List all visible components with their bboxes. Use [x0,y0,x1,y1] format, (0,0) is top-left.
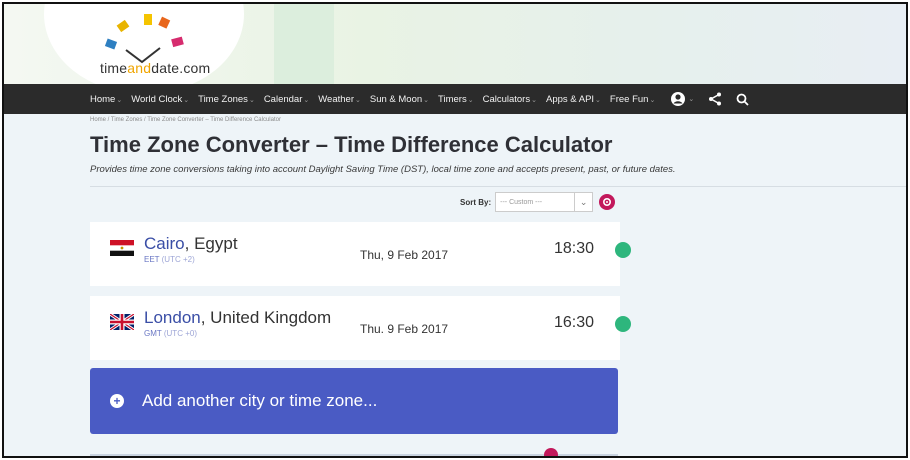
chevron-down-icon: ⌄ [248,96,255,104]
nav-item-timers[interactable]: Timers⌄ [438,94,474,105]
city-name-link[interactable]: Cairo [144,234,185,253]
timezone-abbr-link[interactable]: GMT [144,329,162,338]
page-subtitle: Provides time zone conversions taking in… [90,164,676,175]
nav-item-time-zones[interactable]: Time Zones⌄ [198,94,255,105]
city-label: Cairo, Egypt [144,234,238,254]
time-slider-track[interactable] [90,454,618,456]
city-country: , United Kingdom [200,308,332,327]
logo-text-suffix: date.com [151,60,211,76]
chevron-down-icon[interactable]: ⌄ [575,192,594,212]
chevron-down-icon: ⌄ [595,96,601,104]
city-time: 16:30 [554,314,595,331]
city-label: London, United Kingdom [144,308,331,328]
logo-text-prefix: time [100,60,128,76]
chevron-down-icon: ⌄ [531,96,537,104]
main-nav: Home⌄ World Clock⌄ Time Zones⌄ Calendar⌄… [4,84,906,114]
nav-item-world-clock[interactable]: World Clock⌄ [131,94,189,105]
sort-select[interactable]: --- Custom --- [495,192,576,212]
browser-frame: timeanddate.com Home⌄ World Clock⌄ Time … [2,2,908,458]
search-icon[interactable] [736,93,749,106]
utc-offset: (UTC +0) [161,329,197,338]
main-content: Home / Time Zones / Time Zone Converter … [4,114,906,456]
chevron-down-icon: ⌄ [423,96,430,104]
page-title: Time Zone Converter – Time Difference Ca… [90,132,613,157]
city-name-link[interactable]: London [144,308,201,327]
nav-label: Home [90,93,116,105]
city-row-cairo: Cairo, Egypt EET (UTC +2) Thu, 9 Feb 201… [90,222,631,286]
add-city-button[interactable]: + Add another city or time zone... [90,368,618,434]
time-slider-handle[interactable] [544,448,558,456]
nav-label: Apps & API [545,93,595,105]
chevron-down-icon: ⌄ [467,96,474,104]
sort-label: Sort By: [460,197,492,207]
nav-label: Sun & Moon [369,93,423,105]
city-time: 18:30 [554,240,595,257]
header-banner: timeanddate.com [4,4,906,94]
egypt-flag-icon [110,240,134,256]
uk-flag-icon [110,314,134,330]
nav-item-free-fun[interactable]: Free Fun⌄ [610,94,655,105]
account-icon[interactable]: ⌄ [670,91,694,107]
nav-label: Weather [318,93,354,105]
nav-label: Timers [438,93,467,105]
nav-label: Calculators [482,93,531,105]
add-city-label: Add another city or time zone... [142,391,378,410]
city-date: Thu. 9 Feb 2017 [360,322,449,336]
city-row-london: London, United Kingdom GMT (UTC +0) Thu.… [90,296,631,360]
nav-label: Free Fun [609,93,649,105]
utc-offset: (UTC +2) [159,255,195,264]
nav-item-weather[interactable]: Weather⌄ [318,94,361,105]
nav-item-apps-api[interactable]: Apps & API⌄ [546,94,601,105]
chevron-down-icon: ⌄ [303,96,310,104]
timezone-abbr-link[interactable]: EET [144,255,159,264]
sort-control: Sort By: --- Custom --- ⌄ [460,192,616,212]
chevron-down-icon: ⌄ [183,96,190,104]
logo-text-middle: and [127,60,152,76]
city-country: , Egypt [184,234,238,253]
plus-icon: + [110,394,124,408]
breadcrumb[interactable]: Home / Time Zones / Time Zone Converter … [90,117,281,123]
banner-decoration [274,4,334,84]
chevron-down-icon: ⌄ [116,96,123,104]
nav-label: Calendar [263,93,303,105]
nav-label: World Clock [131,93,183,105]
chevron-down-icon: ⌄ [649,96,656,104]
nav-item-home[interactable]: Home⌄ [90,94,122,105]
nav-label: Time Zones [198,93,248,105]
daytime-status-icon [615,316,631,332]
nav-item-sun-moon[interactable]: Sun & Moon⌄ [370,94,429,105]
timezone-label: EET (UTC +2) [144,255,195,264]
chevron-down-icon: ⌄ [354,96,361,104]
city-date: Thu, 9 Feb 2017 [360,248,449,262]
daytime-status-icon [615,242,631,258]
site-logo-text[interactable]: timeanddate.com [100,60,210,76]
divider [90,186,906,187]
settings-gear-icon[interactable] [599,194,616,210]
nav-item-calculators[interactable]: Calculators⌄ [483,94,537,105]
timezone-label: GMT (UTC +0) [144,329,197,338]
nav-item-calendar[interactable]: Calendar⌄ [264,94,309,105]
share-icon[interactable] [708,92,722,106]
